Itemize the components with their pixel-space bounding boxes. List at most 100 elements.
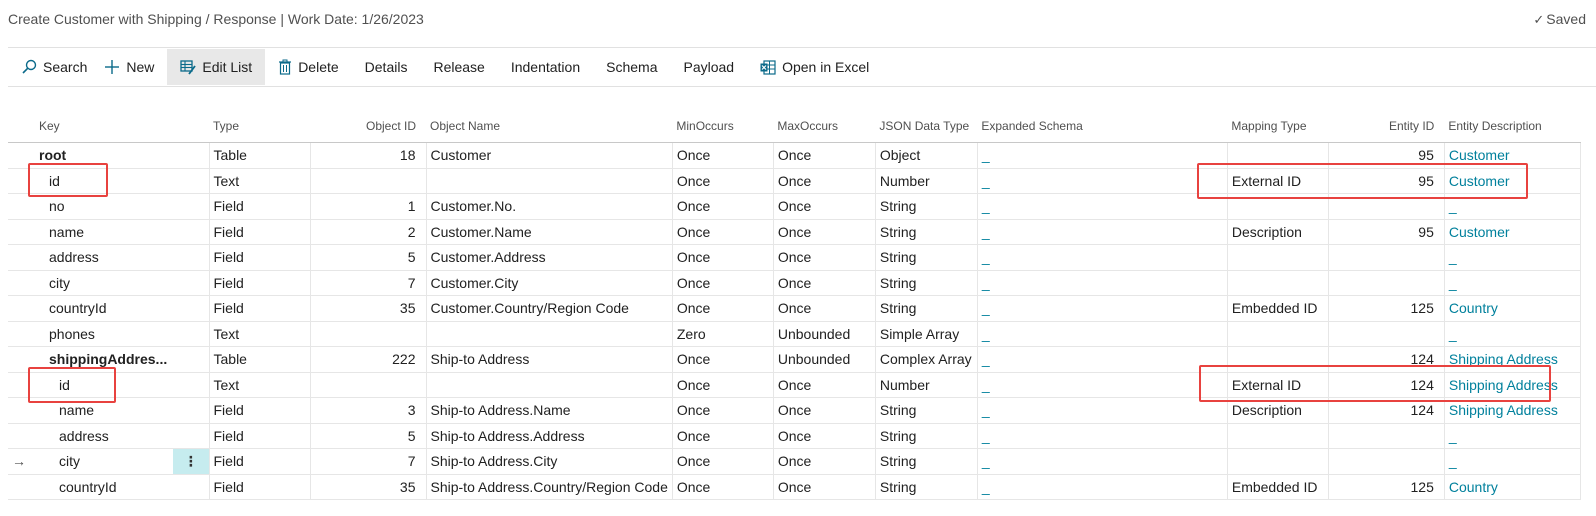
type-cell[interactable]: Field [209, 448, 311, 475]
table-row[interactable]: name Field 3 Ship-to Address.Name Once Once St… [8, 397, 1581, 424]
entity-id-cell[interactable] [1328, 244, 1445, 271]
entity-id-cell[interactable]: 95 [1328, 219, 1445, 245]
type-cell[interactable]: Field [209, 295, 311, 322]
object-id-cell[interactable] [310, 372, 427, 398]
key-cell[interactable]: id [35, 372, 173, 398]
key-cell[interactable]: id [35, 168, 173, 194]
object-name-cell[interactable]: Customer.Name [426, 219, 673, 245]
header-entity-description[interactable]: Entity Description [1444, 99, 1581, 143]
json-type-cell[interactable]: String [875, 474, 978, 500]
mapping-type-cell[interactable] [1227, 193, 1329, 220]
min-occurs-cell[interactable]: Once [672, 295, 774, 322]
type-cell[interactable]: Table [209, 142, 311, 169]
mapping-type-cell[interactable] [1227, 321, 1329, 347]
payload-button[interactable]: Payload [670, 49, 747, 85]
edit-list-button[interactable]: Edit List [167, 49, 266, 85]
schema-button[interactable]: Schema [593, 49, 670, 85]
expanded-schema-link[interactable]: _ [977, 219, 1228, 245]
expanded-schema-link[interactable]: _ [977, 295, 1228, 322]
entity-id-cell[interactable]: 125 [1328, 295, 1445, 322]
table-row[interactable]: address Field 5 Ship-to Address.Address Once… [8, 423, 1581, 449]
object-name-cell[interactable]: Ship-to Address.City [426, 448, 673, 475]
json-type-cell[interactable]: String [875, 423, 978, 449]
object-id-cell[interactable]: 3 [310, 397, 427, 424]
mapping-type-cell[interactable]: External ID [1227, 372, 1329, 398]
header-object-id[interactable]: Object ID [310, 99, 426, 143]
table-row[interactable]: name Field 2 Customer.Name Once Once String _ De… [8, 219, 1581, 245]
min-occurs-cell[interactable]: Once [672, 270, 774, 296]
object-name-cell[interactable]: Customer [426, 142, 673, 169]
entity-description-link[interactable]: _ [1444, 193, 1581, 220]
expanded-schema-link[interactable]: _ [977, 372, 1228, 398]
min-occurs-cell[interactable]: Once [672, 168, 774, 194]
mapping-type-cell[interactable] [1227, 346, 1329, 373]
max-occurs-cell[interactable]: Once [773, 448, 876, 475]
table-row[interactable]: root Table 18 Customer Once Once Object _ 95 Cust… [8, 142, 1581, 169]
entity-description-link[interactable]: Country [1444, 295, 1581, 322]
table-row[interactable]: address Field 5 Customer.Address Once Once Str… [8, 244, 1581, 271]
json-type-cell[interactable]: String [875, 193, 978, 220]
mapping-type-cell[interactable]: Embedded ID [1227, 295, 1329, 322]
expanded-schema-link[interactable]: _ [977, 423, 1228, 449]
key-cell[interactable]: name [35, 219, 173, 245]
max-occurs-cell[interactable]: Once [773, 168, 876, 194]
min-occurs-cell[interactable]: Once [672, 219, 774, 245]
object-id-cell[interactable]: 18 [310, 142, 427, 169]
table-row[interactable]: countryId Field 35 Ship-to Address.Country/… [8, 474, 1581, 500]
min-occurs-cell[interactable]: Once [672, 397, 774, 424]
max-occurs-cell[interactable]: Once [773, 474, 876, 500]
min-occurs-cell[interactable]: Once [672, 193, 774, 220]
entity-id-cell[interactable] [1328, 423, 1445, 449]
json-type-cell[interactable]: String [875, 270, 978, 296]
entity-description-link[interactable]: _ [1444, 448, 1581, 475]
object-id-cell[interactable]: 7 [310, 270, 427, 296]
type-cell[interactable]: Field [209, 244, 311, 271]
object-id-cell[interactable]: 222 [310, 346, 427, 373]
indentation-button[interactable]: Indentation [498, 49, 593, 85]
mapping-type-cell[interactable] [1227, 270, 1329, 296]
max-occurs-cell[interactable]: Once [773, 295, 876, 322]
type-cell[interactable]: Table [209, 346, 311, 373]
object-id-cell[interactable]: 35 [310, 295, 427, 322]
table-row[interactable]: id Text Once Once Number _ External ID 95 Custom… [8, 168, 1581, 194]
type-cell[interactable]: Text [209, 372, 311, 398]
object-name-cell[interactable] [426, 372, 673, 398]
json-type-cell[interactable]: Simple Array [875, 321, 978, 347]
key-cell[interactable]: address [35, 423, 173, 449]
min-occurs-cell[interactable]: Once [672, 244, 774, 271]
expanded-schema-link[interactable]: _ [977, 321, 1228, 347]
min-occurs-cell[interactable]: Once [672, 423, 774, 449]
mapping-type-cell[interactable]: Embedded ID [1227, 474, 1329, 500]
entity-description-link[interactable]: Customer [1444, 168, 1581, 194]
header-type[interactable]: Type [209, 99, 310, 143]
expanded-schema-link[interactable]: _ [977, 270, 1228, 296]
entity-description-link[interactable]: Country [1444, 474, 1581, 500]
search-button[interactable]: Search [8, 49, 100, 85]
max-occurs-cell[interactable]: Once [773, 193, 876, 220]
type-cell[interactable]: Field [209, 397, 311, 424]
table-row[interactable]: no Field 1 Customer.No. Once Once String _ _ [8, 193, 1581, 220]
entity-id-cell[interactable] [1328, 193, 1445, 220]
table-row[interactable]: → city ⋮ Field 7 Ship-to Address.City Once Once… [8, 448, 1581, 475]
entity-id-cell[interactable] [1328, 321, 1445, 347]
delete-button[interactable]: Delete [265, 49, 351, 85]
json-type-cell[interactable]: Number [875, 168, 978, 194]
object-id-cell[interactable]: 35 [310, 474, 427, 500]
open-in-excel-button[interactable]: Open in Excel [747, 49, 882, 85]
max-occurs-cell[interactable]: Once [773, 397, 876, 424]
object-id-cell[interactable]: 5 [310, 423, 427, 449]
header-key[interactable]: Key [35, 99, 173, 143]
object-name-cell[interactable]: Ship-to Address.Country/Region Code [426, 474, 673, 500]
table-row[interactable]: phones Text Zero Unbounded Simple Array _ _ [8, 321, 1581, 347]
key-cell[interactable]: no [35, 193, 173, 220]
min-occurs-cell[interactable]: Once [672, 448, 774, 475]
expanded-schema-link[interactable]: _ [977, 474, 1228, 500]
entity-description-link[interactable]: Shipping Address [1444, 346, 1581, 373]
table-row[interactable]: shippingAddres... Table 222 Ship-to Address… [8, 346, 1581, 373]
header-mapping-type[interactable]: Mapping Type [1227, 99, 1329, 143]
type-cell[interactable]: Text [209, 321, 311, 347]
max-occurs-cell[interactable]: Once [773, 372, 876, 398]
entity-description-link[interactable]: _ [1444, 244, 1581, 271]
key-cell[interactable]: city [35, 448, 173, 475]
table-row[interactable]: id Text Once Once Number _ External ID 124 Shipp… [8, 372, 1581, 398]
